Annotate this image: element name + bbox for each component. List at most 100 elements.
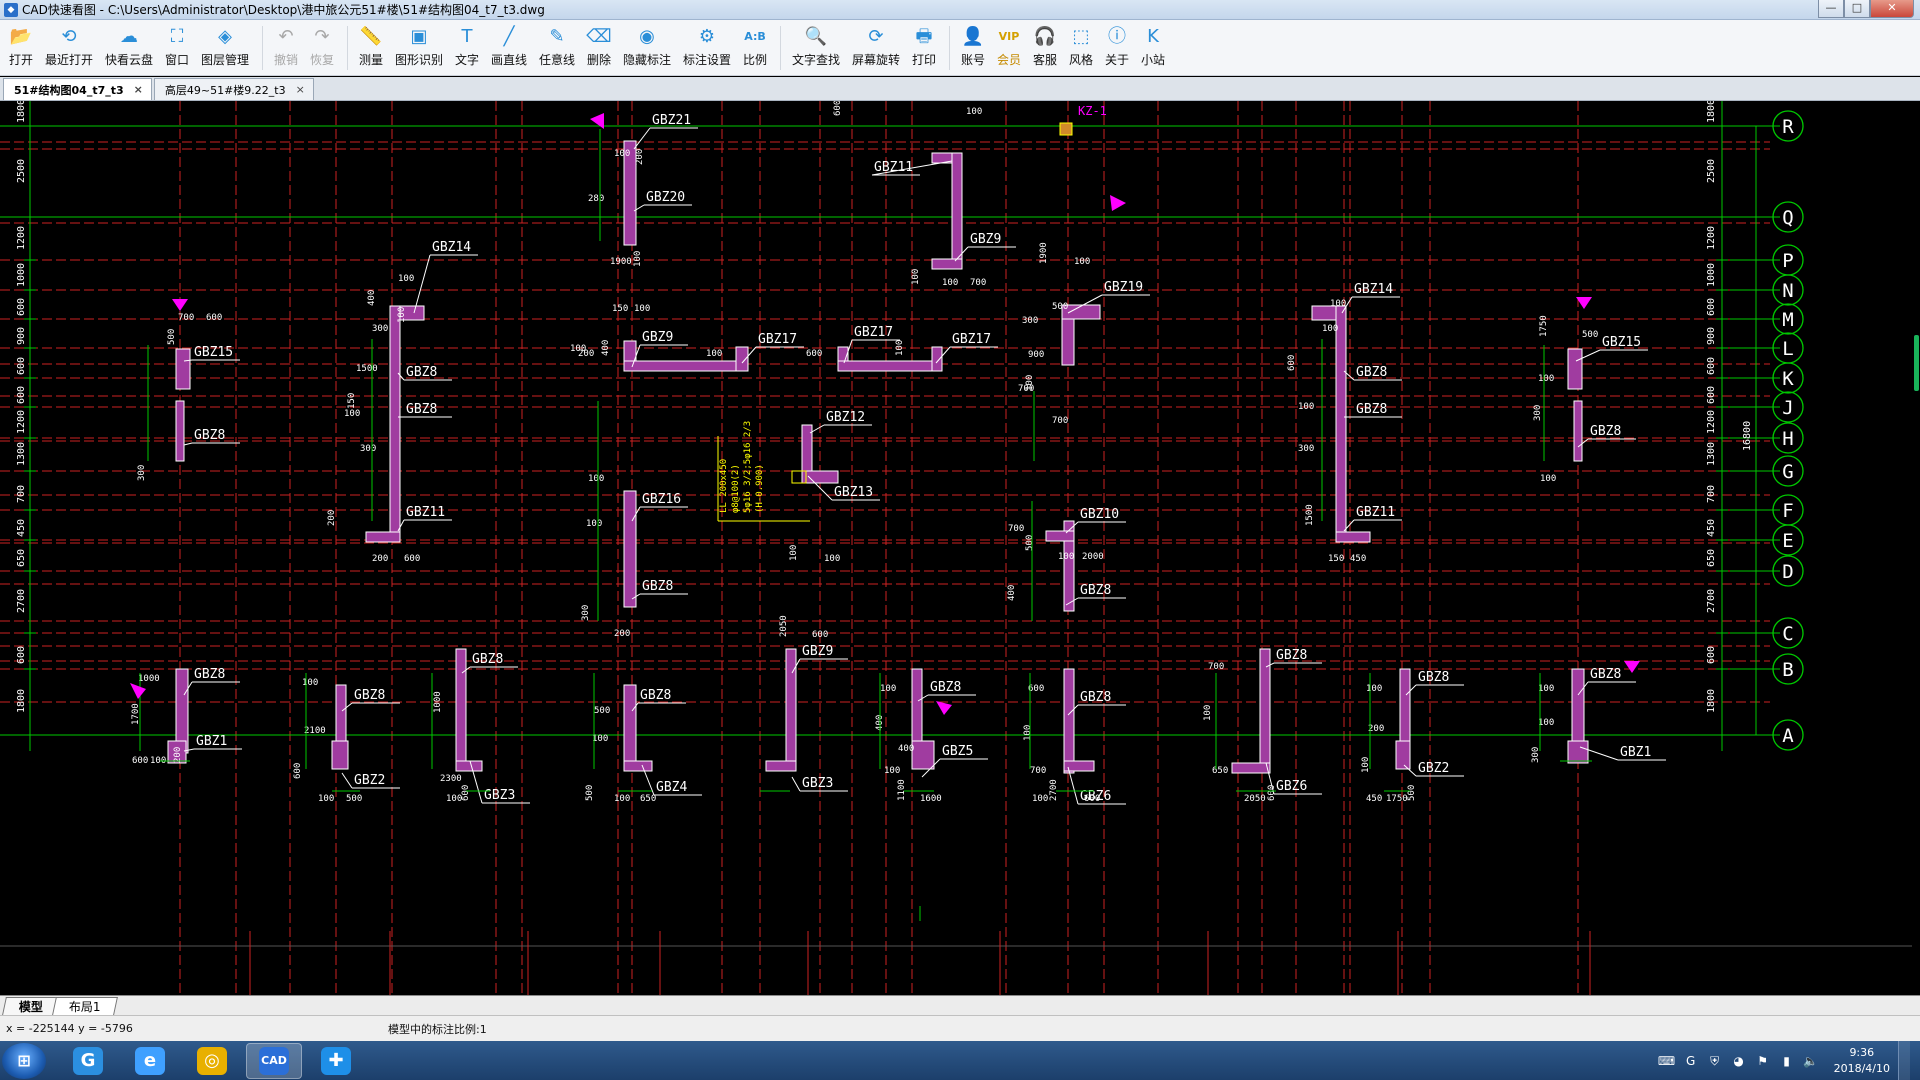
vertical-scrollbar[interactable] (1912, 101, 1920, 995)
taskbar-app-cad-viewer[interactable]: CAD (246, 1042, 302, 1079)
shear-wall (1567, 348, 1583, 390)
keyboard-icon[interactable]: ⌨ (1658, 1053, 1676, 1069)
shear-wall (765, 760, 797, 772)
toolbar-text-button[interactable]: T 文字 (450, 20, 484, 76)
right-dim-text: 600 (1706, 386, 1717, 404)
right-dim-text: 1000 (1706, 263, 1717, 287)
dim-text: 300 (137, 465, 147, 481)
taskbar-app-g-app[interactable]: G (60, 1043, 116, 1079)
dim-text: 1500 (1305, 504, 1315, 526)
show-desktop-button[interactable] (1898, 1041, 1910, 1080)
toolbar-style-button[interactable]: ⬚ 风格 (1064, 20, 1098, 76)
toolbar-eye-hide-button[interactable]: ◉ 隐藏标注 (618, 20, 676, 76)
toolbar-redo-button[interactable]: ↷ 恢复 (305, 20, 339, 76)
layout-tab-1[interactable]: 模型 (2, 997, 60, 1015)
toolbar-account-button[interactable]: 👤 账号 (956, 20, 990, 76)
rotate-screen-icon: ⟳ (868, 26, 884, 47)
wall-label: GBZ8 (472, 652, 503, 667)
dim-text: 100 (1298, 402, 1314, 412)
toolbar-label: 文字查找 (791, 53, 840, 67)
toolbar-history-button[interactable]: ⟲ 最近打开 (40, 20, 98, 76)
dim-text: 100 (1322, 324, 1338, 334)
toolbar-line-button[interactable]: ╱ 画直线 (486, 20, 532, 76)
taskbar-app-chrome[interactable]: ◎ (184, 1043, 240, 1079)
dim-text: 1600 (920, 794, 942, 804)
shear-wall (365, 531, 401, 543)
scrollbar-thumb[interactable] (1914, 335, 1919, 391)
toolbar-shape-recognize-button[interactable]: ▣ 图形识别 (390, 20, 448, 76)
beam-annotation: (H-0.900) (755, 464, 765, 513)
toolbar-annotation-settings-button[interactable]: ⚙ 标注设置 (678, 20, 736, 76)
volume-icon[interactable]: 🔈 (1802, 1053, 1820, 1069)
dim-text: 100 (614, 149, 630, 159)
toolbar-window-button[interactable]: ⛶ 窗口 (160, 20, 194, 76)
toolbar-rotate-screen-button[interactable]: ⟳ 屏幕旋转 (847, 20, 905, 76)
toolbar-undo-button[interactable]: ↶ 撤销 (269, 20, 303, 76)
windows-taskbar: ⊞ Ge ◎ CAD ✚ ⌨ G ⛨ ◕ ⚑ ▮ 🔈 9:36 2018/4/10 (0, 1041, 1920, 1080)
dim-text: 100 (1203, 705, 1213, 721)
tab-document-1[interactable]: 51#结构图04_t7_t3 × (3, 78, 152, 100)
wall-label: GBZ9 (642, 330, 673, 345)
layout-tab-2[interactable]: 布局1 (52, 997, 118, 1015)
toolbar-freehand-button[interactable]: ✎ 任意线 (534, 20, 580, 76)
wall-label: GBZ8 (1276, 648, 1307, 663)
toolbar-folder-open-button[interactable]: 📂 打开 (4, 20, 38, 76)
toolbar-measure-button[interactable]: 📏 测量 (354, 20, 388, 76)
maximize-button[interactable]: □ (1844, 0, 1870, 18)
shield-icon[interactable]: ⛨ (1706, 1053, 1724, 1069)
clock[interactable]: 9:36 2018/4/10 (1834, 1045, 1890, 1077)
close-button[interactable]: ✕ (1870, 0, 1914, 18)
toolbar-cloud-button[interactable]: ☁ 快看云盘 (100, 20, 158, 76)
dim-text: 100 (1032, 794, 1048, 804)
toolbar-station-button[interactable]: K 小站 (1136, 20, 1170, 76)
qq-icon[interactable]: ◕ (1730, 1053, 1748, 1069)
toolbar-vip-button[interactable]: VIP 会员 (992, 20, 1026, 76)
wall-label: GBZ8 (1590, 667, 1621, 682)
tab-close-icon[interactable]: × (134, 83, 143, 96)
network-icon[interactable]: ▮ (1778, 1053, 1796, 1069)
dim-text: 500 (1582, 330, 1598, 340)
column-kz1 (1059, 122, 1073, 136)
dim-text: 600 (1084, 794, 1100, 804)
toolbar-label: 风格 (1068, 53, 1093, 67)
flag-icon[interactable]: ⚑ (1754, 1053, 1772, 1069)
shear-wall (785, 648, 797, 770)
toolbar-separator (780, 26, 781, 70)
window-title: CAD快速看图 - C:\Users\Administrator\Desktop… (22, 3, 545, 17)
section-marker-icon (1624, 661, 1640, 673)
app-g-tray-icon[interactable]: G (1682, 1053, 1700, 1069)
toolbar-layers-button[interactable]: ◈ 图层管理 (196, 20, 254, 76)
dim-text: 200 (578, 349, 594, 359)
dim-text: 700 (1030, 766, 1046, 776)
dim-text: 500 (594, 706, 610, 716)
shear-wall (1045, 530, 1075, 542)
toolbar-eraser-button[interactable]: ⌫ 删除 (582, 20, 616, 76)
drawing-canvas[interactable]: 1800 2500 1200 1000 600 900 600 600 1200 1300 700 4… (0, 101, 1920, 995)
beam-annotation: LL 200x450 (719, 459, 729, 513)
taskbar-app-ie[interactable]: e (122, 1043, 178, 1079)
left-dim-text: 700 (16, 485, 27, 503)
tab-document-2[interactable]: 高层49~51#楼9.22_t3 × (153, 78, 314, 100)
label-leader (633, 127, 651, 150)
toolbar-scale-button[interactable]: A:B 比例 (738, 20, 772, 76)
headset-icon: 🎧 (1033, 26, 1057, 47)
toolbar-headset-button[interactable]: 🎧 客服 (1028, 20, 1062, 76)
minimize-button[interactable]: — (1818, 0, 1844, 18)
right-dim-text: 600 (1706, 357, 1717, 375)
start-button[interactable]: ⊞ (2, 1042, 46, 1079)
toolbar-label: 打开 (8, 53, 33, 67)
toolbar-text-search-button[interactable]: 🔍 文字查找 (787, 20, 845, 76)
vip-icon: VIP (998, 30, 1020, 43)
wall-label: GBZ8 (194, 667, 225, 682)
toolbar-info-button[interactable]: ⓘ 关于 (1100, 20, 1134, 76)
toolbar-print-button[interactable]: 🖶 打印 (907, 20, 941, 76)
tab-close-icon[interactable]: × (296, 83, 305, 96)
taskbar-app-app-plus[interactable]: ✚ (308, 1043, 364, 1079)
cad-drawing[interactable]: 1800 2500 1200 1000 600 900 600 600 1200 1300 700 4… (0, 101, 1912, 995)
eraser-icon: ⌫ (586, 26, 612, 47)
clock-date: 2018/4/10 (1833, 1061, 1890, 1075)
beam-annotation: 5φ16 3/2;5φ16 2/3 (743, 421, 753, 513)
wall-label: GBZ2 (1418, 761, 1449, 776)
wall-label: GBZ8 (640, 688, 671, 703)
section-marker-icon (1110, 195, 1126, 211)
